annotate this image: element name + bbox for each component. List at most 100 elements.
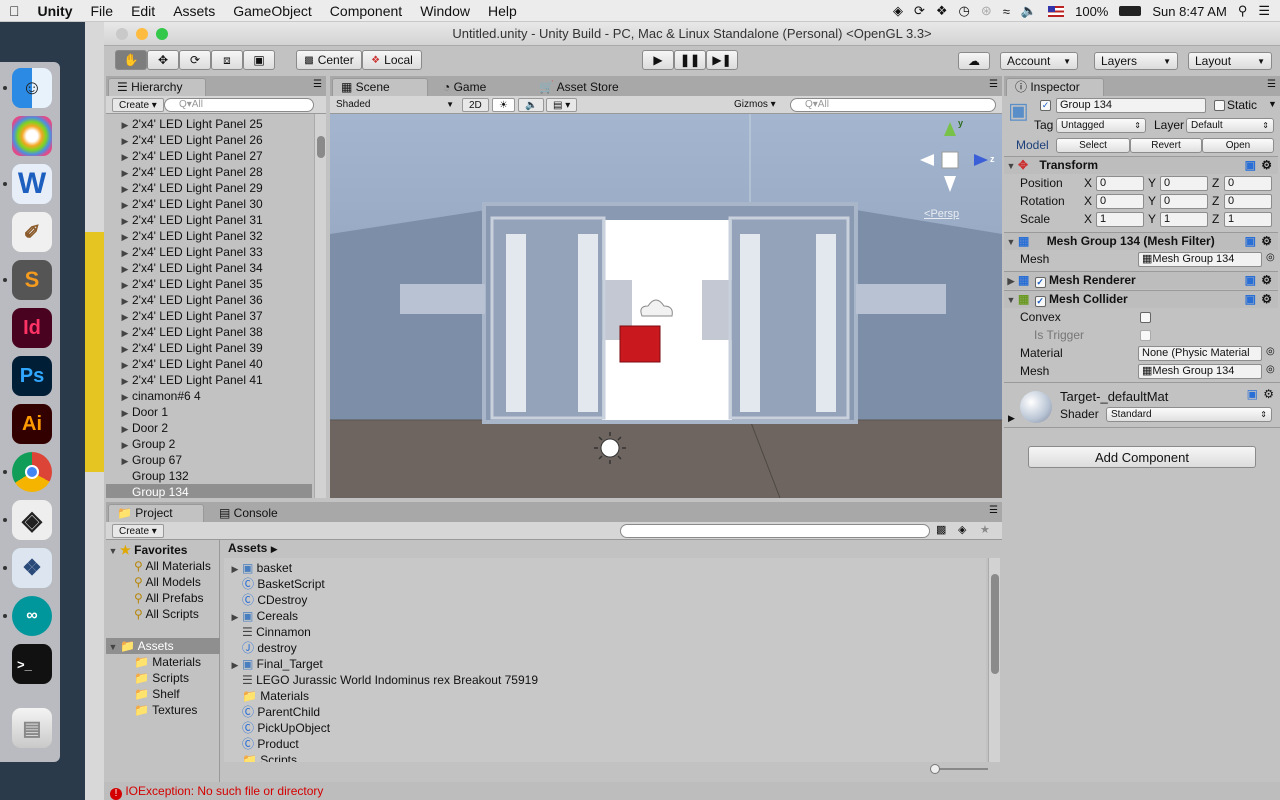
effects-dropdown[interactable]: ▤ ▾ xyxy=(546,98,578,112)
close-window-button[interactable] xyxy=(116,28,128,40)
tab-project[interactable]: 📁 Project xyxy=(108,504,204,522)
expand-arrow-icon[interactable]: ▶ xyxy=(118,421,132,437)
panel-menu-icon[interactable]: ☰ xyxy=(313,79,322,90)
chevron-down-icon[interactable]: ▼ xyxy=(1268,99,1277,109)
hierarchy-create-button[interactable]: Create ▾ xyxy=(112,98,164,112)
panel-menu-icon[interactable]: ☰ xyxy=(989,505,998,516)
tab-console[interactable]: ▤ Console xyxy=(210,504,296,522)
hierarchy-item[interactable]: ▶ 2'x4' LED Light Panel 40 xyxy=(106,356,312,372)
time-machine-icon[interactable]: ◷ xyxy=(959,3,970,19)
mesh-renderer-checkbox[interactable]: ✓ xyxy=(1034,277,1046,288)
asset-item[interactable]: ▶ ▣ Cereals xyxy=(224,608,986,624)
arduino-icon[interactable]: ∞ xyxy=(12,596,52,636)
object-picker-icon[interactable]: ◎ xyxy=(1266,252,1275,263)
notification-center-icon[interactable]: ☰ xyxy=(1258,3,1270,19)
asset-item[interactable]: Ⓒ BasketScript xyxy=(224,576,986,592)
favorites-item[interactable]: ⚲ All Models xyxy=(106,574,201,590)
battery-icon[interactable] xyxy=(1119,6,1142,16)
asset-item[interactable]: 📁 Materials xyxy=(224,688,986,704)
brush-app-icon[interactable]: ✐ xyxy=(12,212,52,252)
minimize-window-button[interactable] xyxy=(136,28,148,40)
gizmos-dropdown[interactable]: Gizmos ▾ xyxy=(734,98,776,112)
expand-arrow-icon[interactable]: ▶ xyxy=(118,341,132,357)
expand-arrow-icon[interactable]: ▶ xyxy=(118,213,132,229)
chrome-icon[interactable] xyxy=(12,452,52,492)
indesign-icon[interactable]: Id xyxy=(12,308,52,348)
help-icon[interactable]: ▣ xyxy=(1245,233,1256,250)
hierarchy-item[interactable]: Group 134 xyxy=(106,484,312,498)
add-component-button[interactable]: Add Component xyxy=(1028,446,1256,468)
move-tool-button[interactable]: ✥ xyxy=(147,50,179,70)
hierarchy-item[interactable]: ▶ 2'x4' LED Light Panel 36 xyxy=(106,292,312,308)
model-revert-button[interactable]: Revert xyxy=(1130,138,1202,153)
expand-arrow-icon[interactable]: ▶ xyxy=(118,149,132,165)
hierarchy-item[interactable]: ▶ 2'x4' LED Light Panel 41 xyxy=(106,372,312,388)
scroll-thumb[interactable] xyxy=(317,136,325,158)
illustrator-icon[interactable]: Ai xyxy=(12,404,52,444)
model-select-button[interactable]: Select xyxy=(1056,138,1130,153)
filter-label-icon[interactable]: ◈ xyxy=(958,523,966,536)
account-dropdown[interactable]: Account ▼ xyxy=(1000,52,1078,70)
transform-header[interactable]: ▼ ✥ Transform ▣ ⚙ xyxy=(1004,156,1278,174)
menu-help[interactable]: Help xyxy=(479,0,526,22)
mesh-collider-header[interactable]: ▼ ▦ ✓ Mesh Collider ▣ ⚙ xyxy=(1004,290,1278,308)
expand-arrow-icon[interactable]: ▶ xyxy=(118,373,132,389)
expand-arrow-icon[interactable]: ▶ xyxy=(118,245,132,261)
rotate-tool-button[interactable]: ⟳ xyxy=(179,50,211,70)
tracking-app-icon[interactable]: ❖ xyxy=(12,548,52,588)
hierarchy-item[interactable]: ▶ 2'x4' LED Light Panel 37 xyxy=(106,308,312,324)
layout-dropdown[interactable]: Layout ▼ xyxy=(1188,52,1272,70)
hierarchy-item[interactable]: ▶ cinamon#6 4 xyxy=(106,388,312,404)
help-icon[interactable]: ▣ xyxy=(1245,157,1256,174)
asset-item[interactable]: Ⓙ destroy xyxy=(224,640,986,656)
hierarchy-item[interactable]: ▶ 2'x4' LED Light Panel 34 xyxy=(106,260,312,276)
audio-toggle[interactable]: 🔈 xyxy=(518,98,545,112)
creative-cloud-icon[interactable]: ◈ xyxy=(893,3,903,19)
asset-item[interactable]: ▶ ▣ Final_Target xyxy=(224,656,986,672)
terminal-icon[interactable]: >_ xyxy=(12,644,52,684)
filter-type-icon[interactable]: ▩ xyxy=(936,523,946,536)
gear-icon[interactable]: ⚙ xyxy=(1261,291,1272,308)
favorites-item[interactable]: ⚲ All Prefabs xyxy=(106,590,204,606)
photos-icon[interactable] xyxy=(12,116,52,156)
clock[interactable]: Sun 8:47 AM xyxy=(1152,4,1226,19)
expand-arrow-icon[interactable]: ▶ xyxy=(118,117,132,133)
hierarchy-item[interactable]: ▶ 2'x4' LED Light Panel 32 xyxy=(106,228,312,244)
volume-icon[interactable]: 🔈 xyxy=(1021,3,1037,19)
tab-scene[interactable]: ▦ Scene xyxy=(332,78,428,96)
hierarchy-item[interactable]: ▶ 2'x4' LED Light Panel 26 xyxy=(106,132,312,148)
menu-gameobject[interactable]: GameObject xyxy=(224,0,321,22)
asset-item[interactable]: Ⓒ Product xyxy=(224,736,986,752)
expand-arrow-icon[interactable]: ▶ xyxy=(118,325,132,341)
model-open-button[interactable]: Open xyxy=(1202,138,1274,153)
expand-arrow-icon[interactable]: ▶ xyxy=(228,609,242,625)
favorite-star-icon[interactable]: ★ xyxy=(980,523,990,536)
asset-item[interactable]: 📁 Scripts xyxy=(224,752,986,762)
flag-icon[interactable] xyxy=(1048,5,1065,17)
mesh-collider-checkbox[interactable]: ✓ xyxy=(1034,296,1046,307)
asset-item[interactable]: ☰ Cinnamon xyxy=(224,624,986,640)
hierarchy-item[interactable]: ▶ 2'x4' LED Light Panel 29 xyxy=(106,180,312,196)
rect-tool-button[interactable]: ▣ xyxy=(243,50,275,70)
hierarchy-item[interactable]: ▶ 2'x4' LED Light Panel 31 xyxy=(106,212,312,228)
apple-icon[interactable]:  xyxy=(0,0,29,22)
static-checkbox[interactable] xyxy=(1214,100,1225,111)
folder-item[interactable]: 📁 Shelf xyxy=(106,686,180,702)
expand-arrow-icon[interactable]: ▶ xyxy=(118,389,132,405)
transform-x-field[interactable]: 0 xyxy=(1096,194,1144,209)
transform-x-field[interactable]: 0 xyxy=(1096,176,1144,191)
expand-arrow-icon[interactable]: ▶ xyxy=(118,405,132,421)
convex-checkbox[interactable] xyxy=(1140,312,1151,323)
hierarchy-item[interactable]: ▶ 2'x4' LED Light Panel 38 xyxy=(106,324,312,340)
play-button[interactable]: ▶ xyxy=(642,50,674,70)
transform-y-field[interactable]: 0 xyxy=(1160,194,1208,209)
asset-item[interactable]: ▶ ▣ basket xyxy=(224,560,986,576)
menu-component[interactable]: Component xyxy=(321,0,411,22)
object-picker-icon[interactable]: ◎ xyxy=(1266,364,1275,375)
help-icon[interactable]: ▣ xyxy=(1245,291,1256,308)
pause-button[interactable]: ❚❚ xyxy=(674,50,706,70)
perspective-toggle[interactable]: <Persp xyxy=(924,208,959,220)
hierarchy-item[interactable]: ▶ 2'x4' LED Light Panel 28 xyxy=(106,164,312,180)
tag-dropdown[interactable]: Untagged ⇕ xyxy=(1056,118,1146,133)
slider-thumb[interactable] xyxy=(930,764,940,774)
